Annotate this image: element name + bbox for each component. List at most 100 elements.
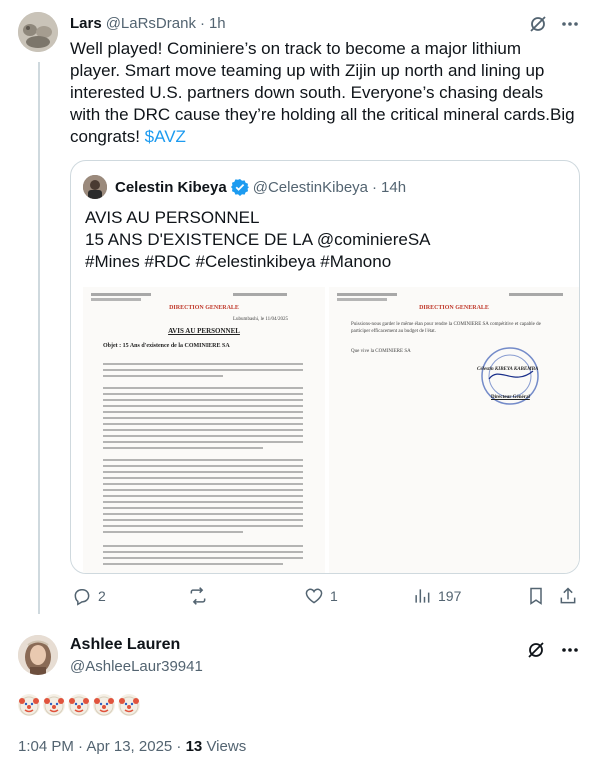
doc-text-line [103,393,303,395]
more-icon[interactable] [558,638,582,662]
action-bar: 2 1 197 [70,586,580,610]
doc-text-line [103,557,303,559]
views-label: Views [202,738,247,755]
doc-text-line [103,375,223,377]
clown-emoji [68,694,90,716]
doc-text-line [103,423,303,425]
avatar[interactable] [18,12,58,52]
doc-text-line [103,441,303,443]
doc-letterhead-left [91,298,141,301]
quoted-header: Celestin Kibeya @CelestinKibeya · 14h [115,176,406,198]
display-name[interactable]: Ashlee Lauren [70,636,180,654]
reply-icon [74,589,90,606]
post-timestamp-row: 1:04 PM · Apr 13, 2025 · 13 Views [18,738,246,755]
like-count: 1 [330,588,338,604]
views-count: 197 [438,588,462,604]
post-text: 🤡🤡🤡🤡🤡 [18,694,140,716]
cashtag-link[interactable]: $AVZ [145,127,186,146]
handle[interactable]: @LaRsDrank [106,15,196,32]
doc-role: Directeur Général [491,395,530,400]
display-name[interactable]: Lars [70,15,102,32]
avatar[interactable] [18,635,58,675]
doc-text-line [103,525,303,527]
doc-text-line [103,489,303,491]
doc-text-line [103,471,303,473]
doc-text-line [103,545,303,547]
bookmark-button[interactable] [526,586,546,606]
doc-text-line [103,495,303,497]
doc-text-line [103,369,303,371]
doc-header: DIRECTION GENERALE [419,305,489,311]
doc-text-line [103,399,303,401]
quoted-handle: @CelestinKibeya [252,178,369,196]
handle[interactable]: @AshleeLaur39941 [70,658,203,675]
doc-letterhead-right [337,293,397,296]
views-total: 13 [185,738,203,755]
doc-reference [509,293,563,296]
reply-header: Lars @LaRsDrank · 1h [70,12,226,34]
separator-dot: · [199,14,205,32]
doc-text-line [103,417,303,419]
views-icon [415,589,430,603]
share-button[interactable] [558,586,578,606]
quoted-post-card[interactable]: Celestin Kibeya @CelestinKibeya · 14h AV… [70,160,580,574]
repost-icon [190,587,206,605]
doc-text-line [103,513,303,515]
doc-letterhead-right [337,298,387,301]
doc-object: Objet : 15 Ans d'existence de la COMINIE… [103,343,230,349]
doc-text-line [103,519,303,521]
more-icon[interactable] [558,12,582,36]
document-image-right[interactable]: DIRECTION GENERALE Puissions-nous garder… [329,287,579,573]
doc-text-line [103,531,243,533]
post-text: Well played! Cominiere’s on track to bec… [70,38,575,148]
doc-text-line [103,483,303,485]
reply-count: 2 [98,588,106,604]
quoted-line-1: AVIS AU PERSONNEL [85,208,260,227]
doc-header: DIRECTION GENERALE [169,305,239,311]
doc-letterhead-left [91,293,151,296]
doc-vive: Que vive la COMINIERE SA [351,349,411,354]
thread-connector-line [38,62,40,614]
quoted-text: AVIS AU PERSONNEL 15 ANS D'EXISTENCE DE … [85,207,565,273]
quoted-avatar [83,175,107,199]
doc-date: Lubumbashi, le 11/04/2025 [233,317,288,322]
quoted-time: 14h [381,178,407,196]
doc-text-line [103,459,303,461]
post-time[interactable]: 1h [209,15,226,32]
doc-text-line [103,551,303,553]
clown-emoji [118,694,140,716]
doc-text-line [103,405,303,407]
doc-text-line [103,411,303,413]
doc-signer: Célestin KIBEYA KABEMBA [477,367,539,372]
doc-text-line [103,435,303,437]
quoted-display-name: Celestin Kibeya [115,178,227,196]
doc-text-line [103,507,303,509]
bookmark-icon [530,587,542,605]
doc-text-line [103,477,303,479]
doc-title: AVIS AU PERSONNEL [168,327,240,335]
quoted-line-3: #Mines #RDC #Celestinkibeya #Manono [85,252,392,271]
like-button[interactable]: 1 [304,586,338,606]
doc-text-line [103,501,303,503]
doc-text-line [103,563,283,565]
doc-text-line [103,429,303,431]
doc-text-line [103,465,303,467]
reply-button[interactable]: 2 [72,586,106,606]
clown-emoji [93,694,115,716]
doc-text-line [103,447,263,449]
doc-text-line [103,363,303,365]
share-icon [560,587,576,604]
post-timestamp[interactable]: 1:04 PM · Apr 13, 2025 · [18,738,186,755]
clown-emoji [43,694,65,716]
doc-closing-text: Puissions-nous garder le même élan pour … [351,322,541,334]
quoted-line-2: 15 ANS D'EXISTENCE DE LA @cominiereSA [85,230,431,249]
clown-emoji [18,694,40,716]
grok-icon[interactable] [524,638,548,662]
grok-icon[interactable] [526,12,550,36]
repost-button[interactable] [188,586,214,606]
views-button[interactable]: 197 [412,586,461,606]
verified-badge-icon [230,178,249,196]
like-icon [305,588,323,604]
document-image-left[interactable]: DIRECTION GENERALE Lubumbashi, le 11/04/… [83,287,325,573]
doc-reference [233,293,287,296]
